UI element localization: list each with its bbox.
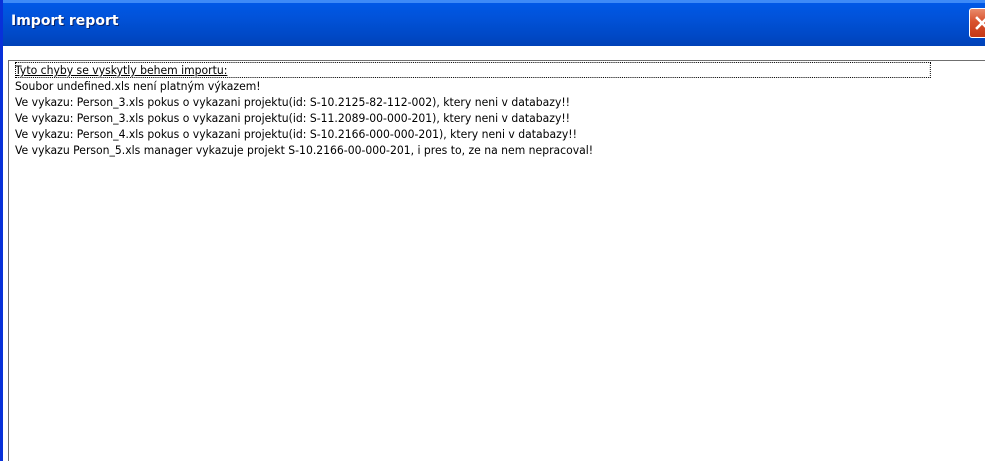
close-button[interactable]	[969, 8, 985, 38]
report-line-text: Ve vykazu: Person_4.xls pokus o vykazani…	[15, 127, 577, 141]
report-line[interactable]: Ve vykazu: Person_3.xls pokus o vykazani…	[15, 94, 931, 110]
close-icon	[975, 16, 985, 30]
report-line-text: Tyto chyby se vyskytly behem importu:	[15, 63, 228, 77]
report-line[interactable]: Soubor undefined.xls není platným výkaze…	[15, 78, 931, 94]
report-line[interactable]: Ve vykazu Person_5.xls manager vykazuje …	[15, 142, 931, 158]
title-bar-highlight	[3, 0, 985, 3]
report-line[interactable]: Ve vykazu: Person_3.xls pokus o vykazani…	[15, 110, 931, 126]
report-line-text: Ve vykazu: Person_3.xls pokus o vykazani…	[15, 95, 571, 109]
report-line-text: Soubor undefined.xls není platným výkaze…	[15, 79, 261, 93]
window-content: Tyto chyby se vyskytly behem importu: So…	[3, 46, 985, 461]
import-report-window: Import report Tyto chyby se vyskytly beh…	[0, 0, 985, 461]
report-list[interactable]: Tyto chyby se vyskytly behem importu: So…	[8, 60, 985, 461]
report-line-text: Ve vykazu Person_5.xls manager vykazuje …	[15, 143, 594, 157]
report-line[interactable]: Ve vykazu: Person_4.xls pokus o vykazani…	[15, 126, 931, 142]
window-title: Import report	[11, 13, 119, 29]
title-bar[interactable]: Import report	[3, 0, 985, 46]
report-lines: Tyto chyby se vyskytly behem importu: So…	[15, 62, 931, 158]
report-line-text: Ve vykazu: Person_3.xls pokus o vykazani…	[15, 111, 571, 125]
report-line-header[interactable]: Tyto chyby se vyskytly behem importu:	[15, 62, 931, 78]
